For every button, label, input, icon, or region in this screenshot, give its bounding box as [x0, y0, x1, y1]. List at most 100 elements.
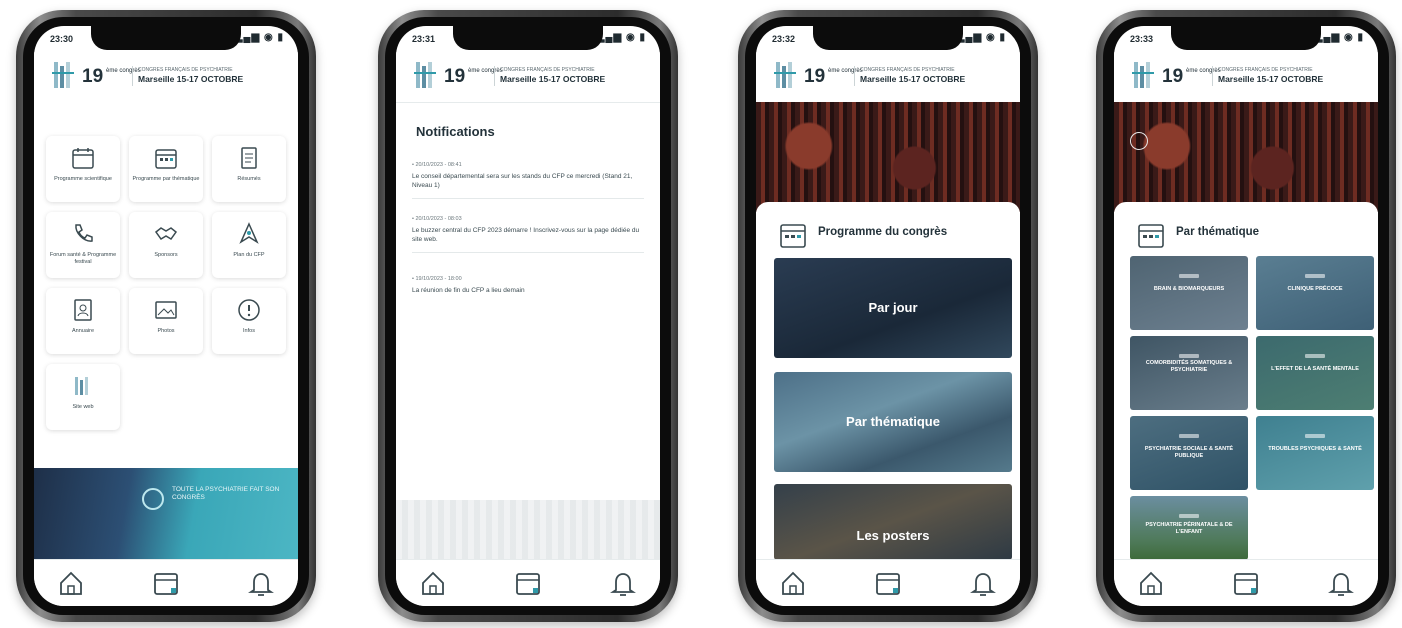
thematique-card: Par thématique BRAIN & BIOMARQUEURS CLIN… — [1114, 202, 1378, 560]
congress-dates: Marseille 15-17 OCTOBRE — [860, 74, 966, 84]
phone-notifications: 23:31 ▂▄▆ ◉ ▮ 19 ème congrès CONGRES FRA… — [378, 10, 678, 622]
edition-suffix: ème congrès — [1186, 68, 1221, 74]
contact-book-icon — [74, 299, 92, 321]
theme-label: CLINIQUE PRÉCOCE — [1287, 286, 1343, 292]
phone-home: 23:30 ▂▄▆ ◉ ▮ 19 ème congrès CONGRES FRA… — [16, 10, 316, 622]
card-title: Programme du congrès — [818, 226, 948, 238]
tile-label: Annuaire — [71, 328, 95, 334]
tile-site-web[interactable]: Site web — [46, 364, 120, 430]
congress-dates: Marseille 15-17 OCTOBRE — [500, 74, 606, 84]
tile-label: Programme par thématique — [132, 176, 200, 182]
status-time: 23:32 — [772, 34, 796, 44]
tile-plan[interactable]: Plan du CFP — [212, 212, 286, 278]
page-title: Notifications — [416, 124, 495, 139]
photo-icon — [155, 301, 177, 319]
tile-annuaire[interactable]: Annuaire — [46, 288, 120, 354]
les-posters-button[interactable]: Les posters — [774, 484, 1012, 560]
par-thematique-button[interactable]: Par thématique — [774, 372, 1012, 472]
info-circle-icon — [238, 299, 260, 321]
edition-number: 19 — [804, 66, 826, 87]
theme-label: COMORBIDITÉS SOMATIQUES & PSYCHIATRIE — [1145, 360, 1233, 373]
calendar-icon[interactable] — [151, 568, 181, 598]
website-logo-icon — [75, 377, 88, 395]
calendar-icon — [780, 224, 806, 248]
theme-tile[interactable]: L'EFFET DE LA SANTÉ MENTALE — [1256, 336, 1374, 410]
app-header: 19 ème congrès CONGRES FRANÇAIS DE PSYCH… — [34, 52, 298, 102]
edition-number: 19 — [82, 66, 104, 87]
card-title: Par thématique — [1176, 226, 1260, 238]
status-time: 23:33 — [1130, 34, 1154, 44]
bottom-tab-bar — [1114, 559, 1378, 606]
edition-number: 19 — [444, 66, 466, 87]
bottom-tab-bar — [34, 559, 298, 606]
theme-tile[interactable]: CLINIQUE PRÉCOCE — [1256, 256, 1374, 330]
tile-programme-thematique[interactable]: Programme par thématique — [129, 136, 203, 202]
congress-logo-icon — [52, 62, 74, 88]
edition-number: 19 — [1162, 66, 1184, 87]
tile-label: Forum santé & Programme festival — [49, 252, 117, 265]
tile-infos[interactable]: Infos — [212, 288, 286, 354]
bell-icon[interactable] — [968, 568, 998, 598]
notification-text: Le buzzer central du CFP 2023 démarre ! … — [412, 227, 640, 243]
theme-label: BRAIN & BIOMARQUEURS — [1153, 286, 1225, 292]
edition-suffix: ème congrès — [106, 68, 141, 74]
congress-logo-icon — [414, 62, 436, 88]
theme-label: PSYCHIATRIE PÉRINATALE & DE L'ENFANT — [1145, 522, 1233, 535]
status-time: 23:31 — [412, 34, 436, 44]
theme-tile[interactable]: COMORBIDITÉS SOMATIQUES & PSYCHIATRIE — [1130, 336, 1248, 410]
promo-banner[interactable]: TOUTE LA PSYCHIATRIE FAIT SON CONGRÈS — [34, 468, 298, 560]
app-header: 19 ème congrès CONGRES FRANÇAIS DE PSYCH… — [396, 52, 660, 103]
app-header: 19 ème congrès CONGRES FRANÇAIS DE PSYCH… — [756, 52, 1020, 102]
bell-icon[interactable] — [608, 568, 638, 598]
calendar-icon — [1138, 224, 1164, 248]
congress-logo-icon — [1132, 62, 1154, 88]
tile-programme-scientifique[interactable]: Programme scientifique — [46, 136, 120, 202]
back-circle-icon[interactable] — [1130, 132, 1148, 150]
calendar-icon[interactable] — [873, 568, 903, 598]
bell-icon[interactable] — [1326, 568, 1356, 598]
tile-forum-sante[interactable]: Forum santé & Programme festival — [46, 212, 120, 278]
congress-name: CONGRES FRANÇAIS DE PSYCHIATRIE — [860, 67, 955, 73]
notification-item[interactable]: • 20/10/2023 - 08:41 Le conseil départem… — [412, 162, 644, 199]
notification-item[interactable]: • 20/10/2023 - 08:03 Le buzzer central d… — [412, 216, 644, 253]
status-icons: ▂▄▆ ◉ ▮ — [1314, 32, 1364, 43]
programme-screen: 23:32 ▂▄▆ ◉ ▮ 19 ème congrès CONGRES FRA… — [756, 26, 1020, 606]
app-header: 19 ème congrès CONGRES FRANÇAIS DE PSYCH… — [1114, 52, 1378, 102]
tile-photos[interactable]: Photos — [129, 288, 203, 354]
calendar-icon[interactable] — [1231, 568, 1261, 598]
notification-text: La réunion de fin du CFP a lieu demain — [412, 287, 525, 294]
tile-sponsors[interactable]: Sponsors — [129, 212, 203, 278]
audience-photo — [756, 102, 1020, 212]
theme-tile[interactable]: PSYCHIATRIE PÉRINATALE & DE L'ENFANT — [1130, 496, 1248, 560]
status-icons: ▂▄▆ ◉ ▮ — [956, 32, 1006, 43]
map-pin-icon — [239, 222, 259, 244]
notification-date: • 20/10/2023 - 08:03 — [412, 216, 462, 222]
theme-tile[interactable]: TROUBLES PSYCHIQUES & SANTÉ — [1256, 416, 1374, 490]
calendar-grid-icon — [155, 149, 177, 169]
calendar-icon[interactable] — [513, 568, 543, 598]
notification-date: • 20/10/2023 - 08:41 — [412, 162, 462, 168]
banner-logo-icon — [142, 488, 164, 510]
edition-suffix: ème congrès — [468, 68, 503, 74]
theme-tile[interactable]: BRAIN & BIOMARQUEURS — [1130, 256, 1248, 330]
home-icon[interactable] — [778, 568, 808, 598]
button-label: Par thématique — [846, 414, 940, 429]
theme-label: L'EFFET DE LA SANTÉ MENTALE — [1271, 366, 1359, 372]
theme-label: TROUBLES PSYCHIQUES & SANTÉ — [1268, 446, 1362, 452]
document-icon — [241, 147, 257, 169]
theme-label: PSYCHIATRIE SOCIALE & SANTÉ PUBLIQUE — [1144, 446, 1234, 459]
home-icon[interactable] — [1136, 568, 1166, 598]
button-label: Par jour — [868, 300, 918, 315]
home-icon[interactable] — [56, 568, 86, 598]
congress-logo-icon — [774, 62, 796, 88]
notification-item[interactable]: • 19/10/2023 - 18:00 La réunion de fin d… — [412, 276, 644, 296]
congress-name: CONGRES FRANÇAIS DE PSYCHIATRIE — [1218, 67, 1313, 73]
handshake-icon — [154, 227, 178, 240]
theme-tile[interactable]: PSYCHIATRIE SOCIALE & SANTÉ PUBLIQUE — [1130, 416, 1248, 490]
tile-resumes[interactable]: Résumés — [212, 136, 286, 202]
tile-label: Plan du CFP — [233, 252, 265, 258]
bottom-tab-bar — [396, 559, 660, 606]
home-icon[interactable] — [418, 568, 448, 598]
par-jour-button[interactable]: Par jour — [774, 258, 1012, 358]
bell-icon[interactable] — [246, 568, 276, 598]
